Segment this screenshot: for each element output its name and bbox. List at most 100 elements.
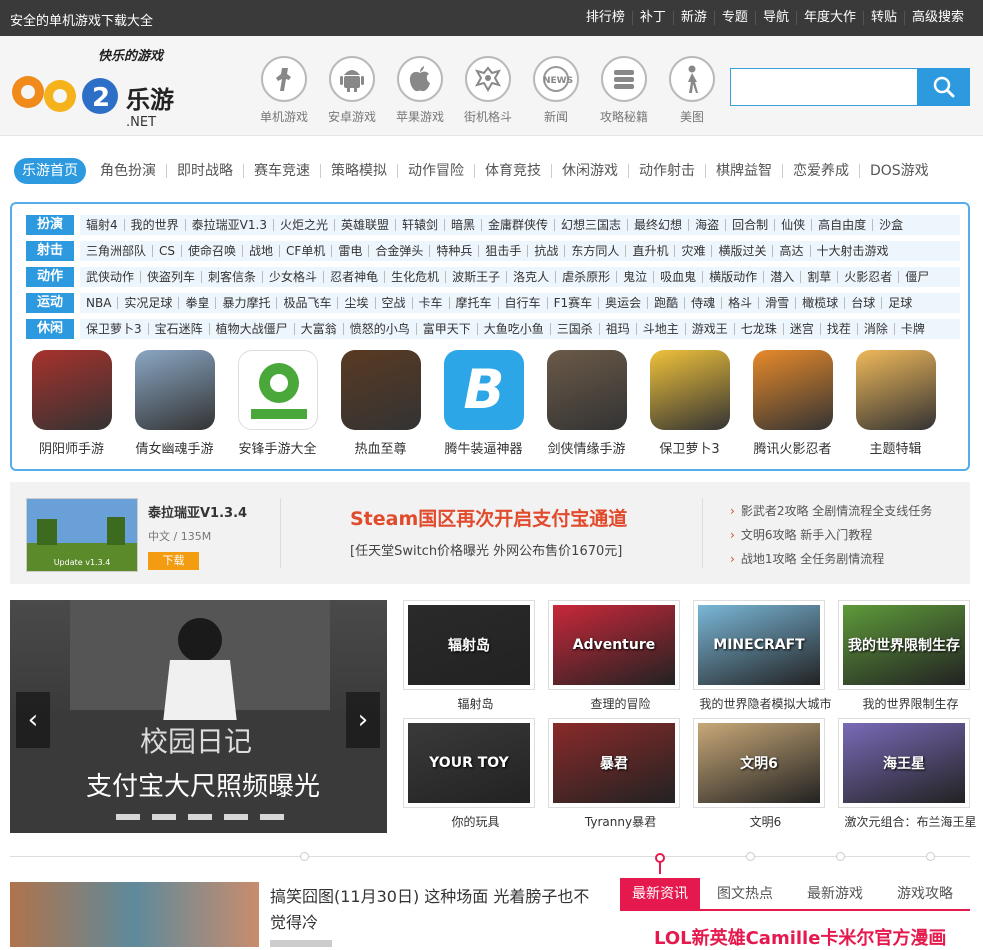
tag-link[interactable]: 高自由度	[811, 219, 872, 231]
tag-link[interactable]: 少女格斗	[262, 271, 323, 283]
app-item[interactable]: 剑侠情缘手游	[535, 350, 638, 457]
game-card[interactable]: Adventure 查理的冒险	[548, 600, 693, 712]
app-item[interactable]: 阴阳师手游	[20, 350, 123, 457]
tag-link[interactable]: 橄榄球	[795, 297, 844, 309]
cat-shooter[interactable]: 动作射击	[628, 164, 705, 178]
link-topics[interactable]: 专题	[713, 11, 755, 25]
tag-link[interactable]: 我的世界	[123, 219, 185, 231]
tag-link[interactable]: 保卫萝卜3	[80, 323, 148, 335]
game-name[interactable]: 文明6	[693, 813, 838, 830]
tag-link[interactable]: 英雄联盟	[333, 219, 395, 231]
tag-link[interactable]: 回合制	[725, 219, 774, 231]
tag-link[interactable]: 合金弹头	[368, 245, 429, 257]
app-name[interactable]: 保卫萝卜3	[638, 438, 741, 457]
tag-link[interactable]: 大富翁	[293, 323, 343, 335]
tag-link[interactable]: 宝石迷阵	[147, 323, 209, 335]
carousel-prev-button[interactable]: ‹	[16, 692, 50, 748]
tag-link[interactable]: 足球	[881, 297, 918, 309]
app-icon[interactable]	[237, 350, 318, 430]
tag-link[interactable]: 狙击手	[478, 245, 527, 257]
tag-link[interactable]: 僵尸	[898, 271, 935, 283]
tag-link[interactable]: 雷电	[331, 245, 368, 257]
game-thumbnail[interactable]: 暴君	[548, 718, 680, 808]
tag-link[interactable]: 横版过关	[711, 245, 772, 257]
search-input[interactable]	[730, 68, 918, 106]
news-link[interactable]: 影武者2攻略 全剧情流程全支线任务	[730, 502, 932, 526]
featured-game-thumbnail[interactable]: Update v1.3.4	[26, 498, 138, 572]
tag-link[interactable]: 吸血鬼	[653, 271, 702, 283]
tag-link[interactable]: CF单机	[279, 245, 331, 257]
download-button[interactable]: 下载	[148, 552, 199, 570]
link-new-games[interactable]: 新游	[672, 11, 714, 25]
carousel-dot[interactable]	[188, 814, 212, 820]
tag-link[interactable]: 大鱼吃小鱼	[476, 323, 550, 335]
tag-link[interactable]: 三角洲部队	[80, 245, 152, 257]
tag-link[interactable]: 暗黑	[444, 219, 481, 231]
game-thumbnail[interactable]: 海王星	[838, 718, 970, 808]
tag-link[interactable]: 消除	[856, 323, 894, 335]
news-link[interactable]: 文明6攻略 新手入门教程	[730, 526, 932, 550]
tag-link[interactable]: 卡牌	[893, 323, 931, 335]
game-card[interactable]: MINECRAFT 我的世界隐者模拟大城市	[693, 600, 838, 712]
tag-link[interactable]: 迷宫	[782, 323, 820, 335]
app-name[interactable]: 腾讯火影忍者	[741, 438, 844, 457]
game-thumbnail[interactable]: 文明6	[693, 718, 825, 808]
app-name[interactable]: 安锋手游大全	[226, 438, 329, 457]
link-repost[interactable]: 转贴	[862, 11, 904, 25]
tag-link[interactable]: 潜入	[763, 271, 800, 283]
app-name[interactable]: 主题特辑	[844, 438, 947, 457]
game-card[interactable]: 暴君 Tyranny暴君	[548, 718, 693, 830]
cat-puzzle[interactable]: 棋牌益智	[705, 164, 782, 178]
tag-link[interactable]: 海盗	[688, 219, 725, 231]
tag-link[interactable]: 幻想三国志	[554, 219, 627, 231]
cat-strategy[interactable]: 策略模拟	[320, 164, 397, 178]
tag-link[interactable]: 富甲天下	[415, 323, 477, 335]
tag-row-label[interactable]: 休闲	[26, 319, 74, 339]
tag-link[interactable]: 辐射4	[80, 219, 124, 231]
tag-link[interactable]: 仙侠	[774, 219, 811, 231]
tab-game-guides[interactable]: 游戏攻略	[880, 878, 970, 910]
site-logo[interactable]: 快乐的游戏 2 乐游 .NET	[10, 44, 210, 132]
game-thumbnail[interactable]: YOUR TOY	[403, 718, 535, 808]
app-item[interactable]: 腾讯火影忍者	[741, 350, 844, 457]
app-name[interactable]: 剑侠情缘手游	[535, 438, 638, 457]
tag-link[interactable]: 三国杀	[549, 323, 599, 335]
tag-link[interactable]: 侠盗列车	[140, 271, 201, 283]
game-card[interactable]: 辐射岛 辐射岛	[403, 600, 548, 712]
tag-link[interactable]: 十大射击游戏	[809, 245, 895, 257]
tag-link[interactable]: 高达	[772, 245, 809, 257]
game-thumbnail[interactable]: Adventure	[548, 600, 680, 690]
carousel-next-button[interactable]: ›	[346, 692, 380, 748]
cat-racing[interactable]: 赛车竞速	[243, 164, 320, 178]
news-thumbnail[interactable]	[10, 882, 259, 947]
nav-pc-games[interactable]: 单机游戏	[250, 56, 318, 125]
tag-link[interactable]: 沙盒	[872, 219, 909, 231]
game-card[interactable]: 海王星 激次元组合：布兰海王星	[838, 718, 983, 830]
app-item[interactable]: 安锋手游大全	[226, 350, 329, 457]
tag-link[interactable]: 忍者神龟	[323, 271, 384, 283]
link-annual[interactable]: 年度大作	[795, 11, 863, 25]
tag-link[interactable]: 七龙珠	[733, 323, 783, 335]
tag-row-label[interactable]: 射击	[26, 241, 74, 261]
tag-link[interactable]: 跑酷	[647, 297, 684, 309]
app-icon[interactable]	[546, 350, 627, 430]
nav-pictures[interactable]: 美图	[658, 56, 726, 125]
cat-dos[interactable]: DOS游戏	[859, 164, 939, 178]
app-icon[interactable]	[752, 350, 833, 430]
tag-link[interactable]: 拳皇	[178, 297, 215, 309]
game-name[interactable]: 查理的冒险	[548, 695, 693, 712]
subheadline[interactable]: [任天堂Switch价格曝光 外网公布售价1670元]	[350, 540, 622, 559]
cat-casual[interactable]: 休闲游戏	[551, 164, 628, 178]
tag-link[interactable]: 找茬	[819, 323, 857, 335]
carousel-dot[interactable]	[152, 814, 176, 820]
tag-link[interactable]: 金庸群侠传	[481, 219, 554, 231]
tag-link[interactable]: 摩托车	[448, 297, 498, 309]
nav-guides[interactable]: 攻略秘籍	[590, 56, 658, 125]
featured-game-title[interactable]: 泰拉瑞亚V1.3.4	[148, 502, 247, 521]
app-icon[interactable]	[134, 350, 215, 430]
app-icon[interactable]	[340, 350, 421, 430]
game-name[interactable]: 我的世界限制生存	[838, 695, 983, 712]
tab-hot-pictures[interactable]: 图文热点	[700, 878, 790, 910]
tag-link[interactable]: 火影忍者	[837, 271, 898, 283]
game-name[interactable]: 辐射岛	[403, 695, 548, 712]
